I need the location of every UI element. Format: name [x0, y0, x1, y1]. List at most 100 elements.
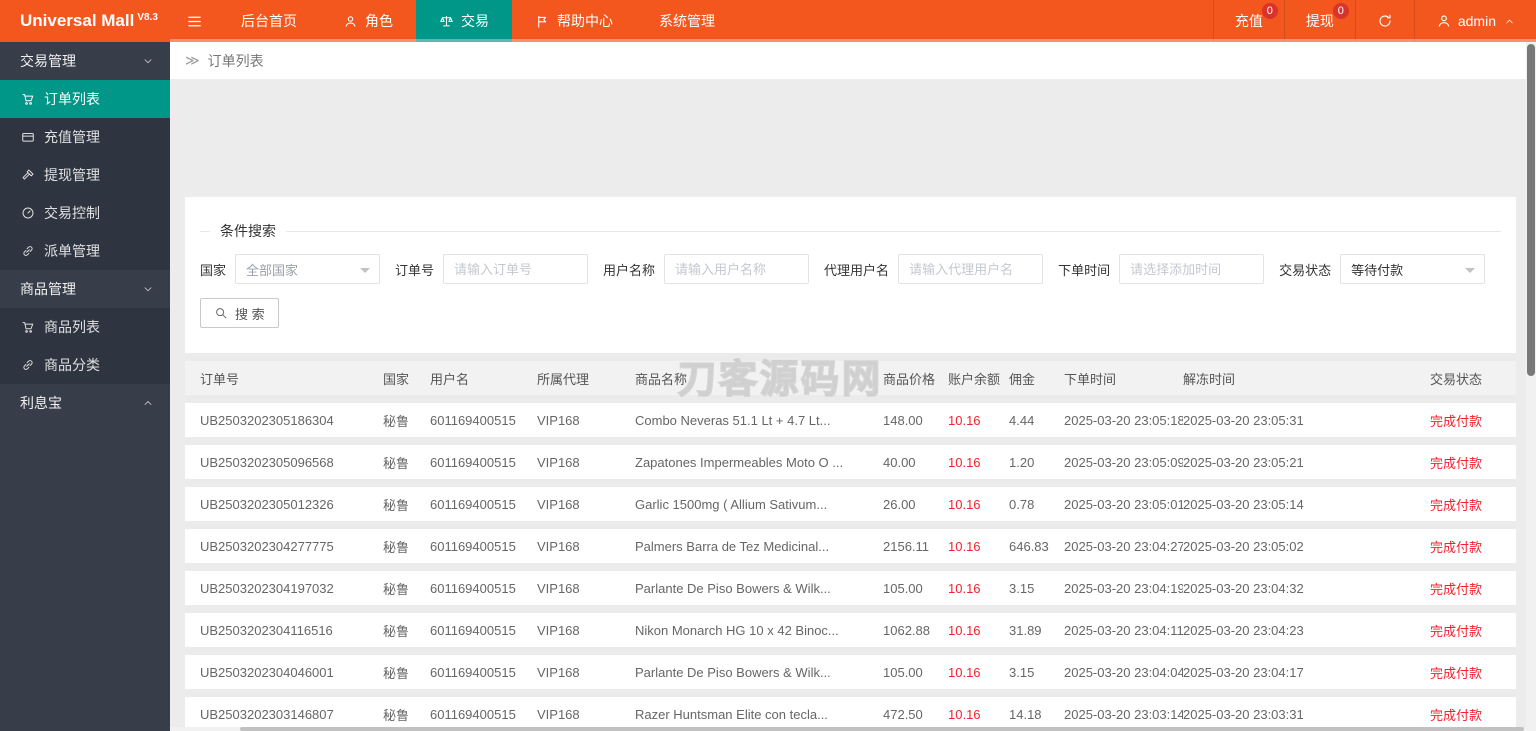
table-cell: 3.15: [1009, 571, 1064, 605]
table-cell: 4.44: [1009, 403, 1064, 437]
nav-item-label: 帮助中心: [557, 13, 613, 29]
hamburger-icon: [186, 13, 203, 30]
card-icon: [21, 130, 35, 144]
sidebar-item-dispatch-management[interactable]: 派单管理: [0, 232, 170, 270]
table-cell: VIP168: [537, 403, 635, 437]
sidebar-item-order-list[interactable]: 订单列表: [0, 80, 170, 118]
table-cell: UB2503202304116516: [185, 613, 383, 647]
sidebar-group-product-management[interactable]: 商品管理: [0, 270, 170, 308]
sidebar-submenu: 订单列表 充值管理 提现管理交易控制派单管理: [0, 80, 170, 270]
table-cell: UB2503202304197032: [185, 571, 383, 605]
app-logo[interactable]: Universal Mall V8.3: [0, 0, 170, 42]
filter-label-order-no: 订单号: [395, 262, 435, 278]
sidebar-item-label: 交易控制: [44, 205, 100, 221]
table-cell: 1.20: [1009, 445, 1064, 479]
table-cell: 601169400515: [430, 487, 537, 521]
vertical-scrollbar[interactable]: [1526, 42, 1536, 731]
table-cell: 完成付款: [1430, 697, 1516, 731]
table-cell: 26.00: [883, 487, 948, 521]
table-cell: Palmers Barra de Tez Medicinal...: [635, 529, 883, 563]
table-row: UB2503202304116516 秘鲁 601169400515 VIP168 Ni…: [185, 613, 1516, 647]
sidebar-item-product-list[interactable]: 商品列表: [0, 308, 170, 346]
table-cell: UB2503202305096568: [185, 445, 383, 479]
sidebar-group-interest-treasure[interactable]: 利息宝: [0, 384, 170, 422]
table-cell: 2025-03-20 23:04:17: [1183, 655, 1430, 689]
table-cell: 10.16: [948, 445, 1009, 479]
table-row: UB2503202305012326 秘鲁 601169400515 VIP168 Ga…: [185, 487, 1516, 521]
table-row: UB2503202303146807 秘鲁 601169400515 VIP168 Ra…: [185, 697, 1516, 731]
chevron-down-icon: [142, 55, 154, 67]
dropdown-arrow-icon: [1465, 268, 1476, 273]
search-button[interactable]: 搜 索: [200, 298, 279, 328]
table-cell: 31.89: [1009, 613, 1064, 647]
table-cell: 601169400515: [430, 613, 537, 647]
nav-item-roles[interactable]: 角色: [320, 0, 416, 42]
nav-item-trade[interactable]: 交易: [416, 0, 512, 42]
search-legend: 条件搜索: [220, 223, 276, 239]
horizontal-scrollbar-thumb[interactable]: [240, 727, 1524, 731]
nav-item-label: 系统管理: [659, 13, 715, 29]
column-header: 佣金: [1009, 361, 1064, 395]
filter-input-order-time[interactable]: [1119, 254, 1265, 284]
table-cell: 完成付款: [1430, 613, 1516, 647]
table-cell: UB2503202304277775: [185, 529, 383, 563]
table-row: UB2503202305186304 秘鲁 601169400515 VIP168 Co…: [185, 403, 1516, 437]
table-cell: Combo Neveras 51.1 Lt + 4.7 Lt...: [635, 403, 883, 437]
cart-icon: [21, 92, 35, 106]
table-cell: 601169400515: [430, 445, 537, 479]
nav-item-home[interactable]: 后台首页: [218, 0, 320, 42]
column-header: 订单号: [185, 361, 383, 395]
withdraw-button[interactable]: 提现 0: [1283, 0, 1355, 42]
order-table-wrap: 刀客源码网 订单号国家用户名所属代理商品名称商品价格账户余额佣金下单时间解冻时间…: [185, 353, 1516, 731]
filter-group-order-no: 订单号: [395, 254, 589, 284]
table-cell: 2025-03-20 23:05:18: [1064, 403, 1183, 437]
sidebar-item-withdraw-management[interactable]: 提现管理: [0, 156, 170, 194]
link-icon: [21, 244, 35, 258]
horizontal-scrollbar[interactable]: [170, 727, 1526, 731]
sidebar-item-product-category[interactable]: 商品分类: [0, 346, 170, 384]
table-cell: 2025-03-20 23:04:19: [1064, 571, 1183, 605]
filter-select-trade-state[interactable]: 等待付款: [1340, 254, 1486, 284]
table-cell: 2025-03-20 23:03:14: [1064, 697, 1183, 731]
user-avatar-icon: [1436, 13, 1452, 29]
user-menu[interactable]: admin: [1413, 0, 1536, 42]
sidebar: 交易管理 订单列表 充值管理 提现管理交易控制派单管理 商品管理 商品列表 商品分类利息宝: [0, 42, 170, 731]
column-header: 交易状态: [1430, 361, 1516, 395]
table-cell: 秘鲁: [383, 655, 430, 689]
table-cell: 完成付款: [1430, 529, 1516, 563]
sidebar-submenu: 商品列表 商品分类: [0, 308, 170, 384]
sidebar-group-trade-management[interactable]: 交易管理: [0, 42, 170, 80]
content: 条件搜索 国家全部国家订单号用户名称代理用户名下单时间交易状态等待付款 搜 索 …: [170, 79, 1536, 731]
filter-input-agent-name[interactable]: [898, 254, 1044, 284]
vertical-scrollbar-thumb[interactable]: [1527, 44, 1535, 376]
table-cell: 2025-03-20 23:03:31: [1183, 697, 1430, 731]
sidebar-toggle[interactable]: [170, 0, 218, 42]
sidebar-group-label: 利息宝: [20, 395, 62, 411]
filter-group-trade-state: 交易状态 等待付款: [1279, 254, 1486, 284]
sidebar-item-trade-control[interactable]: 交易控制: [0, 194, 170, 232]
filter-input-order-no[interactable]: [443, 254, 589, 284]
table-cell: 601169400515: [430, 697, 537, 731]
table-cell: 148.00: [883, 403, 948, 437]
column-header: 账户余额: [948, 361, 1009, 395]
table-cell: 秘鲁: [383, 697, 430, 731]
recharge-button[interactable]: 充值 0: [1212, 0, 1284, 42]
table-cell: 完成付款: [1430, 655, 1516, 689]
table-cell: 2025-03-20 23:05:14: [1183, 487, 1430, 521]
table-row: UB2503202304277775 秘鲁 601169400515 VIP168 Pa…: [185, 529, 1516, 563]
filter-input-username[interactable]: [664, 254, 810, 284]
table-cell: 2025-03-20 23:04:27: [1064, 529, 1183, 563]
table-cell: 秘鲁: [383, 529, 430, 563]
table-cell: VIP168: [537, 571, 635, 605]
refresh-button[interactable]: [1354, 0, 1414, 42]
table-cell: VIP168: [537, 613, 635, 647]
filter-group-order-time: 下单时间: [1058, 254, 1265, 284]
nav-item-help[interactable]: 帮助中心: [512, 0, 636, 42]
filter-select-country[interactable]: 全部国家: [235, 254, 381, 284]
sidebar-item-recharge-management[interactable]: 充值管理: [0, 118, 170, 156]
nav-item-system[interactable]: 系统管理: [636, 0, 738, 42]
column-header: 解冻时间: [1183, 361, 1430, 395]
table-cell: 2025-03-20 23:05:09: [1064, 445, 1183, 479]
table-row: UB2503202304197032 秘鲁 601169400515 VIP168 Pa…: [185, 571, 1516, 605]
dropdown-arrow-icon: [360, 268, 371, 273]
